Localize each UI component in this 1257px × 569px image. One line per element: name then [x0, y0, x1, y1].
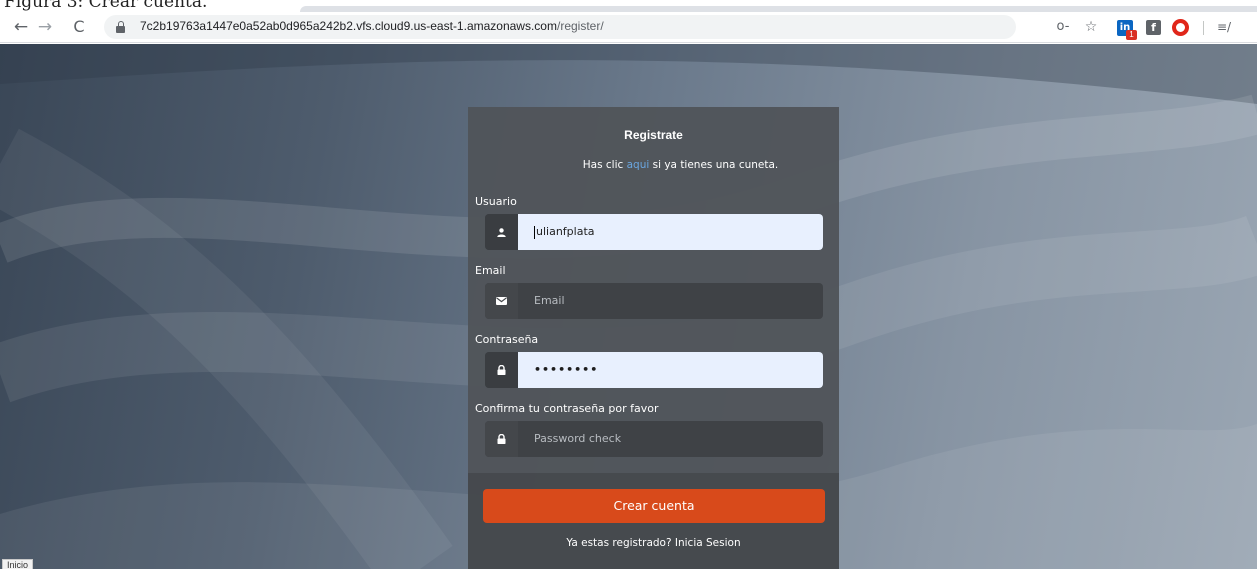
username-input[interactable]: ulianfplata [518, 214, 823, 250]
back-arrow-icon[interactable]: ← [10, 16, 32, 38]
caption-cut-text: Figura 3: Crear cuenta. [4, 0, 208, 12]
lock-icon [485, 352, 518, 388]
password-field[interactable]: •••••••• [485, 352, 823, 388]
password-input[interactable]: •••••••• [518, 352, 823, 388]
password-check-field[interactable]: Password check [485, 421, 823, 457]
address-bar[interactable]: 7c2b19763a1447e0a52ab0d965a242b2.vfs.clo… [104, 15, 1016, 39]
login-here-link[interactable]: aqui [627, 159, 650, 171]
forward-arrow-icon[interactable]: → [34, 16, 56, 38]
opera-extension-icon[interactable] [1172, 19, 1189, 36]
lock-icon [485, 421, 518, 457]
envelope-icon [485, 283, 518, 319]
page-viewport: Registrate Has clic aqui si ya tienes un… [0, 44, 1257, 569]
username-field[interactable]: ulianfplata [485, 214, 823, 250]
email-input[interactable]: Email [518, 283, 823, 319]
password-check-input[interactable]: Password check [518, 421, 823, 457]
subtitle-suffix: si ya tienes una cuneta. [649, 159, 779, 171]
reload-icon[interactable]: C [68, 16, 90, 38]
login-link[interactable]: Ya estas registrado? Inicia Sesion [468, 537, 839, 549]
register-card: Registrate Has clic aqui si ya tienes un… [468, 107, 839, 569]
star-icon[interactable]: ☆ [1082, 17, 1100, 37]
menu-icon[interactable]: ≡/ [1213, 17, 1235, 37]
form-subtitle: Has clic aqui si ya tienes una cuneta. [468, 159, 839, 171]
toolbar-divider [1203, 21, 1204, 35]
user-icon [485, 214, 518, 250]
key-icon[interactable]: o- [1054, 17, 1072, 37]
username-value: ulianfplata [536, 225, 595, 238]
top-strip: Figura 3: Crear cuenta. [0, 0, 1257, 12]
password-check-label: Confirma tu contraseña por favor [475, 402, 659, 415]
password-label: Contraseña [475, 333, 539, 346]
url-host: 7c2b19763a1447e0a52ab0d965a242b2.vfs.clo… [140, 19, 557, 33]
status-bubble: Inicio [2, 559, 34, 569]
email-label: Email [475, 264, 506, 277]
create-account-button[interactable]: Crear cuenta [483, 489, 825, 523]
url-path: /register/ [556, 19, 604, 33]
lock-icon[interactable] [116, 21, 125, 33]
password-value: •••••••• [534, 363, 599, 376]
username-label: Usuario [475, 195, 517, 208]
browser-toolbar: ← → C 7c2b19763a1447e0a52ab0d965a242b2.v… [0, 12, 1257, 43]
form-title: Registrate [624, 128, 683, 142]
url-text[interactable]: 7c2b19763a1447e0a52ab0d965a242b2.vfs.clo… [140, 19, 604, 33]
facebook-extension-icon[interactable]: f [1146, 20, 1161, 35]
email-field[interactable]: Email [485, 283, 823, 319]
notification-badge: 1 [1126, 30, 1137, 40]
subtitle-prefix: Has clic [582, 159, 627, 171]
